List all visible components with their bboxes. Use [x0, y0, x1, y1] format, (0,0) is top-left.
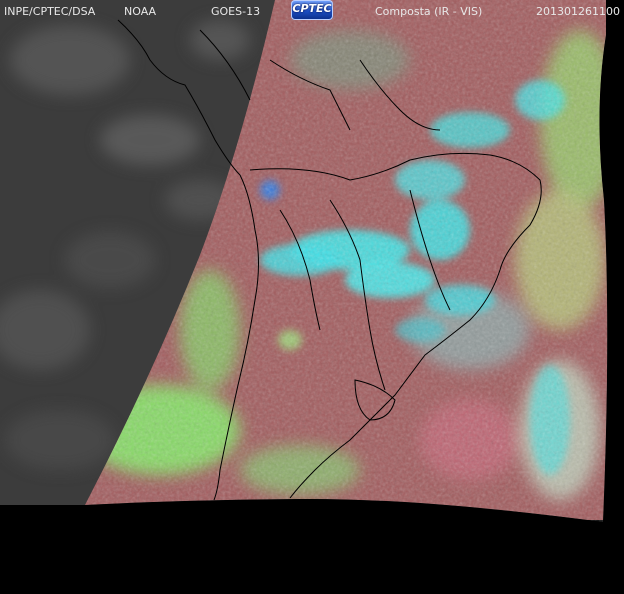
earth-disk — [0, 0, 608, 520]
cptec-logo-text: CPTEC — [292, 2, 332, 15]
product-label: Composta (IR - VIS) — [375, 5, 482, 18]
satellite-label: GOES-13 — [211, 5, 260, 18]
source-label: INPE/CPTEC/DSA — [4, 5, 96, 18]
agency-label: NOAA — [124, 5, 157, 18]
cptec-logo: CPTEC — [291, 0, 333, 20]
satellite-map: INPE/CPTEC/DSA NOAA GOES-13 Composta (IR… — [0, 0, 624, 594]
timestamp-label: 201301261100 — [536, 5, 620, 18]
